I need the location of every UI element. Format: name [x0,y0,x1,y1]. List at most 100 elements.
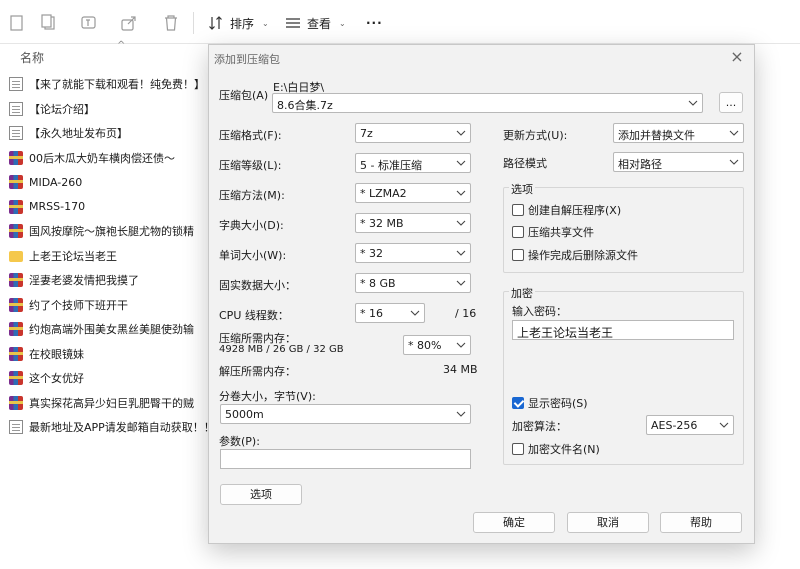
options-button[interactable]: 选项 [220,484,302,505]
file-list-item[interactable]: 约了个技师下班开干 [0,293,210,318]
chevron-down-icon [456,190,466,196]
file-list-item[interactable]: 真实探花高异少妇巨乳肥臀干的贼 [0,391,210,416]
rename-icon[interactable] [80,14,98,32]
text-file-icon [9,126,23,141]
cpu-select[interactable]: * 16 [355,303,425,323]
file-name: 约了个技师下班开干 [29,298,128,312]
checkbox-box [512,226,524,238]
more-options-button[interactable]: ··· [366,12,383,34]
ok-button[interactable]: 确定 [473,512,555,533]
mem-decomp-label: 解压所需内存： [219,365,296,378]
compress-shared-checkbox[interactable]: 压缩共享文件 [512,224,594,240]
show-password-checkbox[interactable]: 显示密码(S) [512,395,588,411]
password-label: 输入密码： [512,305,567,318]
file-list-item[interactable]: 【来了就能下载和观看！纯免费！】 [0,72,210,97]
delete-after-label: 操作完成后删除源文件 [528,249,638,262]
view-label: 查看 [307,16,332,31]
add-to-archive-dialog: 添加到压缩包 × 压缩包(A) E:\白日梦\ 8.6合集.7z ... 压缩格… [208,44,755,544]
dict-select[interactable]: * 32 MB [355,213,471,233]
method-label: 压缩方法(M): [219,189,285,202]
chevron-down-icon [456,250,466,256]
view-icon [286,18,300,28]
level-select[interactable]: 5 - 标准压缩 [355,153,471,173]
archive-file-icon [9,346,23,361]
encrypt-names-checkbox[interactable]: 加密文件名(N) [512,441,600,457]
file-list-item[interactable]: 淫妻老婆发情把我摸了 [0,268,210,293]
cpu-label: CPU 线程数： [219,309,289,322]
text-file-icon [9,101,23,116]
file-list-item[interactable]: 约炮高端外围美女黑丝美腿使劲输 [0,317,210,342]
help-button[interactable]: 帮助 [660,512,742,533]
chevron-down-icon [719,422,729,428]
cut-icon[interactable] [8,14,26,32]
update-select[interactable]: 添加并替换文件 [613,123,744,143]
file-list-item[interactable]: MIDA-260 [0,170,210,195]
chevron-down-icon: ⌄ [339,18,346,28]
password-input[interactable]: 上老王论坛当老王 [512,320,734,340]
archive-file-icon [9,199,23,214]
file-list-item[interactable]: 国风按摩院～旗袍长腿尤物的锁精 [0,219,210,244]
toolbar-separator [193,12,194,34]
chevron-down-icon [456,342,466,348]
file-name: 国风按摩院～旗袍长腿尤物的锁精 [29,225,194,239]
file-name: 00后木瓜大奶车横肉偿还债～ [29,151,175,165]
chevron-down-icon [456,280,466,286]
method-select[interactable]: * LZMA2 [355,183,471,203]
file-list-item[interactable]: 00后木瓜大奶车横肉偿还债～ [0,146,210,171]
file-list-item[interactable]: 上老王论坛当老王 [0,244,210,269]
checkbox-checked [512,397,524,409]
archive-file-icon [9,150,23,165]
copy-icon[interactable] [40,14,58,32]
cpu-value: * 16 [360,307,383,320]
file-list-item[interactable]: 【永久地址发布页】 [0,121,210,146]
delete-icon[interactable] [162,14,180,32]
archive-file-icon [9,322,23,337]
browse-button[interactable]: ... [719,92,743,113]
cancel-button[interactable]: 取消 [567,512,649,533]
archive-label: 压缩包(A) [219,89,269,102]
file-list-item[interactable]: 最新地址及APP请发邮箱自动获取！！！ [0,415,210,440]
params-input[interactable] [220,449,471,469]
archive-file-icon [9,224,23,239]
column-header-name[interactable]: 名称 [20,49,44,66]
path-mode-value: 相对路径 [618,158,662,171]
view-button[interactable]: 查看 ⌄ [285,12,346,34]
word-select[interactable]: * 32 [355,243,471,263]
split-label: 分卷大小，字节(V): [219,390,316,403]
sort-ascending-icon: ^ [117,40,126,51]
update-value: 添加并替换文件 [618,129,695,142]
encryption-method-select[interactable]: AES-256 [646,415,734,435]
chevron-down-icon: ⌄ [262,18,269,28]
file-name: 【永久地址发布页】 [29,127,128,141]
chevron-down-icon [410,310,420,316]
mem-comp-value: 4928 MB / 26 GB / 32 GB [219,344,344,355]
file-list-item[interactable]: 【论坛介绍】 [0,97,210,122]
create-sfx-label: 创建自解压程序(X) [528,204,622,217]
archive-name-combo[interactable]: 8.6合集.7z [272,93,703,113]
create-sfx-checkbox[interactable]: 创建自解压程序(X) [512,202,621,218]
chevron-down-icon [456,160,466,166]
split-combo[interactable]: 5000m [220,404,471,424]
solid-select[interactable]: * 8 GB [355,273,471,293]
format-select[interactable]: 7z [355,123,471,143]
path-mode-select[interactable]: 相对路径 [613,152,744,172]
delete-after-checkbox[interactable]: 操作完成后删除源文件 [512,247,638,263]
share-icon[interactable] [120,14,138,32]
file-name: 最新地址及APP请发邮箱自动获取！！！ [29,421,210,435]
file-list-item[interactable]: 这个女优好 [0,366,210,391]
show-password-label: 显示密码(S) [528,397,588,410]
split-value: 5000m [225,408,264,421]
mem-usage-select[interactable]: * 80% [403,335,471,355]
close-icon[interactable]: × [728,48,746,66]
mem-decomp-value: 34 MB [443,363,478,376]
sort-button[interactable]: 排序 ⌄ [208,12,269,34]
archive-file-icon [9,395,23,410]
archive-file-icon [9,371,23,386]
chevron-down-icon [456,220,466,226]
compress-shared-label: 压缩共享文件 [528,226,594,239]
file-list-item[interactable]: MRSS-170 [0,195,210,220]
file-name: 【来了就能下载和观看！纯免费！】 [29,78,205,92]
file-list-item[interactable]: 在校眼镜妹 [0,342,210,367]
checkbox-box [512,443,524,455]
word-label: 单词大小(W): [219,249,287,262]
